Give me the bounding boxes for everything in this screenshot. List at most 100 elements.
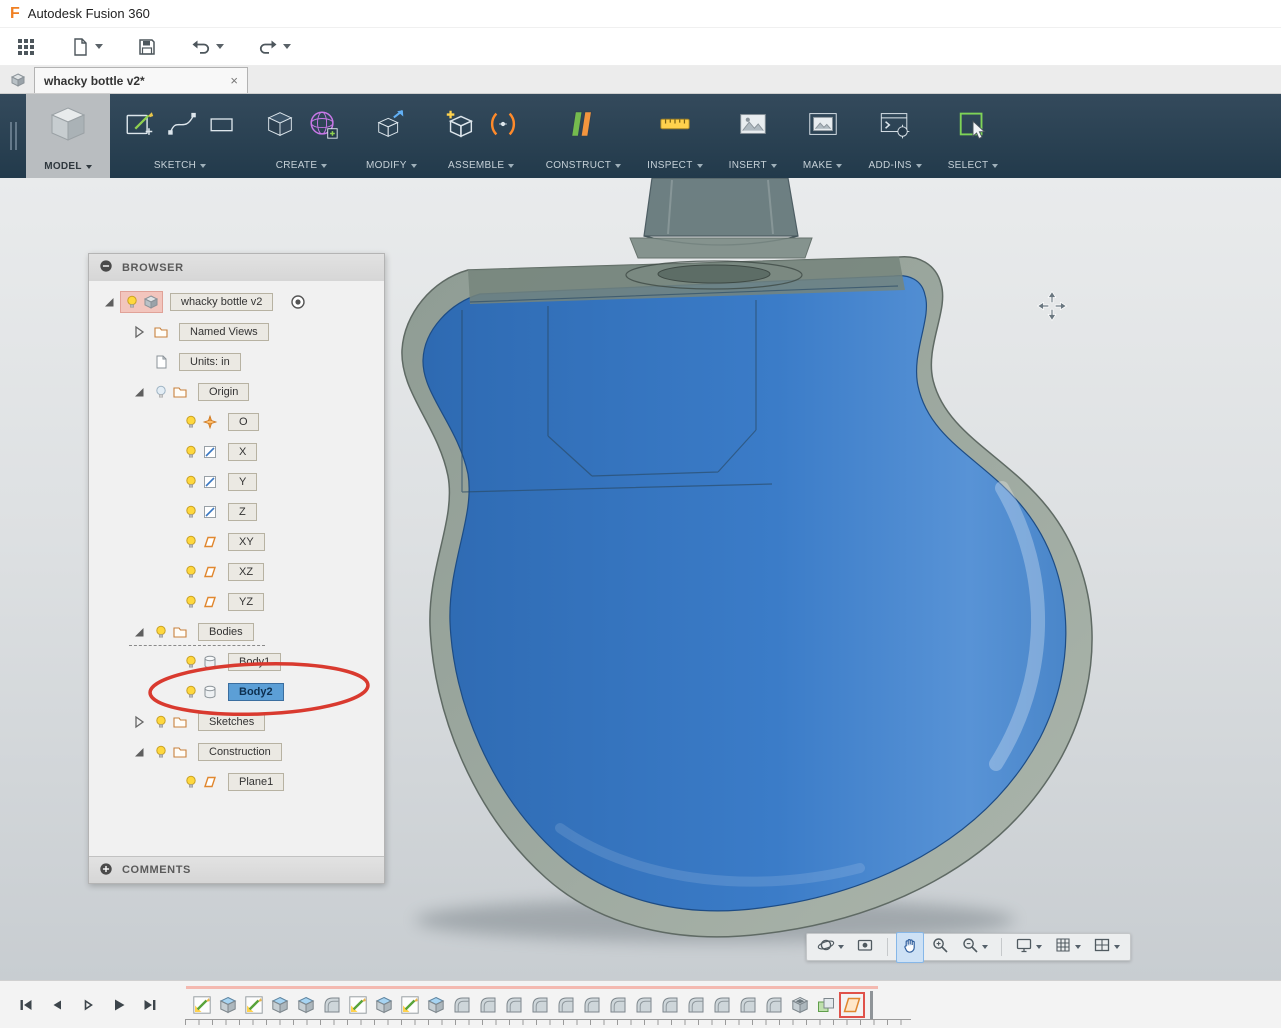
save-button[interactable]: [137, 37, 157, 57]
browser-item-plane1[interactable]: Plane1: [89, 767, 384, 797]
browser-item-named-views[interactable]: Named Views: [89, 317, 384, 347]
timeline-feature-extrude[interactable]: [425, 994, 447, 1016]
timeline-feature-sketch[interactable]: [191, 994, 213, 1016]
expander-icon[interactable]: [131, 744, 147, 760]
expand-comments-icon[interactable]: [99, 862, 113, 879]
ribbon-group-assemble[interactable]: ASSEMBLE: [430, 94, 533, 178]
timeline-feature-fillet[interactable]: [737, 994, 759, 1016]
measure-icon[interactable]: [658, 107, 692, 146]
go-to-start-button[interactable]: [18, 997, 34, 1013]
scripts-icon[interactable]: [878, 107, 912, 146]
visibility-bulb-icon[interactable]: [183, 534, 199, 550]
step-back-button[interactable]: [49, 997, 65, 1013]
image-icon[interactable]: [736, 107, 770, 146]
pan-button[interactable]: [896, 931, 924, 963]
browser-item-label[interactable]: Body1: [228, 653, 282, 671]
browser-item-label[interactable]: Bodies: [198, 623, 254, 641]
visibility-bulb-icon[interactable]: [183, 474, 199, 490]
select-icon[interactable]: [956, 107, 990, 146]
comments-bar[interactable]: COMMENTS: [89, 856, 384, 883]
display-settings-button[interactable]: [1010, 932, 1047, 963]
timeline-feature-fillet[interactable]: [763, 994, 785, 1016]
document-tab[interactable]: whacky bottle v2* ×: [34, 67, 248, 93]
zoom-button[interactable]: [926, 932, 954, 963]
browser-item-label[interactable]: X: [228, 443, 258, 461]
browser-item-construction[interactable]: Construction: [89, 737, 384, 767]
go-to-end-button[interactable]: [142, 997, 158, 1013]
toolbar-grip[interactable]: [0, 94, 26, 178]
rectangle-icon[interactable]: [207, 109, 237, 144]
timeline-feature-extrude[interactable]: [295, 994, 317, 1016]
timeline-feature-fillet[interactable]: [659, 994, 681, 1016]
browser-item-whacky-bottle-v2[interactable]: whacky bottle v2: [89, 287, 384, 317]
timeline-feature-fillet[interactable]: [633, 994, 655, 1016]
browser-item-label[interactable]: Named Views: [179, 323, 269, 341]
undo-button[interactable]: [191, 37, 224, 57]
expander-icon[interactable]: [131, 624, 147, 640]
browser-header[interactable]: BROWSER: [89, 254, 384, 281]
ribbon-group-insert[interactable]: INSERT: [716, 94, 790, 178]
timeline-feature-fillet[interactable]: [321, 994, 343, 1016]
browser-item-xz[interactable]: XZ: [89, 557, 384, 587]
collapse-panel-icon[interactable]: [99, 259, 113, 276]
ribbon-group-create[interactable]: CREATE: [250, 94, 353, 178]
visibility-bulb-icon[interactable]: [183, 444, 199, 460]
timeline-feature-fillet[interactable]: [581, 994, 603, 1016]
expander-icon[interactable]: [101, 294, 117, 310]
visibility-bulb-icon[interactable]: [153, 744, 169, 760]
browser-item-label[interactable]: Sketches: [198, 713, 266, 731]
timeline-feature-extrude[interactable]: [373, 994, 395, 1016]
play-button[interactable]: [111, 997, 127, 1013]
workspace-switcher[interactable]: MODEL: [26, 94, 110, 178]
print-icon[interactable]: [806, 107, 840, 146]
activate-component-radio-icon[interactable]: [290, 294, 306, 310]
file-menu-button[interactable]: [70, 37, 103, 57]
ribbon-group-construct[interactable]: CONSTRUCT: [533, 94, 634, 178]
new-component-icon[interactable]: [443, 107, 477, 146]
visibility-bulb-icon[interactable]: [153, 714, 169, 730]
ribbon-group-sketch[interactable]: SKETCH: [110, 94, 250, 178]
box-icon[interactable]: [263, 107, 297, 146]
form-icon[interactable]: [306, 107, 340, 146]
timeline-ruler[interactable]: [185, 1019, 911, 1025]
timeline-feature-extrude[interactable]: [217, 994, 239, 1016]
ribbon-group-add-ins[interactable]: ADD-INS: [855, 94, 934, 178]
visibility-bulb-icon[interactable]: [183, 654, 199, 670]
app-launcher-button[interactable]: [16, 37, 36, 57]
viewports-button[interactable]: [1088, 932, 1125, 963]
visibility-bulb-icon[interactable]: [124, 294, 140, 310]
browser-item-label[interactable]: Origin: [198, 383, 250, 401]
ribbon-group-make[interactable]: MAKE: [790, 94, 856, 178]
timeline-feature-plane[interactable]: [839, 991, 865, 1018]
visibility-bulb-icon[interactable]: [153, 384, 169, 400]
browser-item-xy[interactable]: XY: [89, 527, 384, 557]
visibility-bulb-icon[interactable]: [183, 504, 199, 520]
orbit-button[interactable]: [812, 932, 849, 963]
browser-item-origin[interactable]: Origin: [89, 377, 384, 407]
visibility-bulb-icon[interactable]: [183, 774, 199, 790]
browser-item-z[interactable]: Z: [89, 497, 384, 527]
timeline-feature-fillet[interactable]: [529, 994, 551, 1016]
expander-icon[interactable]: [131, 324, 147, 340]
visibility-bulb-icon[interactable]: [183, 684, 199, 700]
visibility-bulb-icon[interactable]: [183, 564, 199, 580]
timeline-feature-fillet[interactable]: [451, 994, 473, 1016]
timeline-feature-fillet[interactable]: [685, 994, 707, 1016]
browser-item-label[interactable]: XZ: [228, 563, 265, 581]
browser-item-label[interactable]: YZ: [228, 593, 265, 611]
timeline-feature-fillet[interactable]: [711, 994, 733, 1016]
timeline-feature-combine[interactable]: [815, 994, 837, 1016]
browser-item-x[interactable]: X: [89, 437, 384, 467]
browser-item-label[interactable]: whacky bottle v2: [170, 293, 274, 311]
browser-item-sketches[interactable]: Sketches: [89, 707, 384, 737]
browser-item-yz[interactable]: YZ: [89, 587, 384, 617]
construction-plane-icon[interactable]: [566, 107, 600, 146]
redo-button[interactable]: [258, 37, 291, 57]
browser-item-label[interactable]: Body2: [228, 683, 284, 701]
timeline-feature-extrude[interactable]: [269, 994, 291, 1016]
visibility-bulb-icon[interactable]: [183, 414, 199, 430]
joint-icon[interactable]: [486, 107, 520, 146]
timeline-feature-shell[interactable]: [789, 994, 811, 1016]
visibility-bulb-icon[interactable]: [153, 624, 169, 640]
timeline-feature-fillet[interactable]: [477, 994, 499, 1016]
